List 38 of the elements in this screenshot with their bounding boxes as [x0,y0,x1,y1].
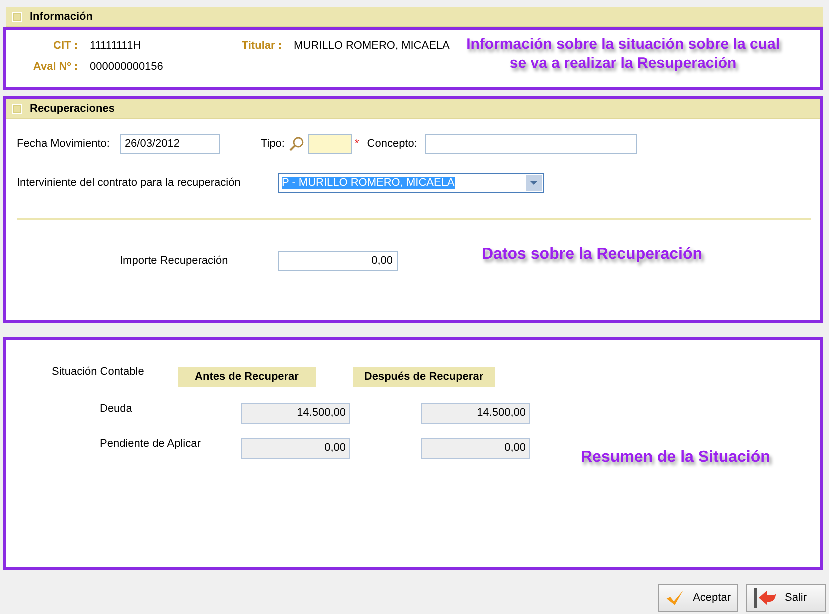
section-title: Recuperaciones [30,102,115,114]
search-icon[interactable] [288,136,305,152]
cit-label: CIT : [52,40,78,52]
required-mark: * [354,138,360,150]
expand-icon[interactable] [12,104,22,114]
date-field[interactable]: 26/03/2012 [120,134,220,154]
caret-icon[interactable] [526,175,542,191]
annotation-text: Resumen de la Situación [581,448,770,467]
situacion-label: Situación Contable [51,366,146,378]
accept-button[interactable]: Aceptar [658,584,738,612]
column-header: Antes de Recuperar [178,367,316,387]
readonly-field: 0,00 [241,438,350,459]
readonly-field: 14.500,00 [421,403,530,424]
importe-field[interactable]: 0,00 [278,251,398,271]
expand-icon[interactable] [12,12,22,22]
interviniente-label: Interviniente del contrato para la recuperación [17,177,242,189]
annotation-text: Datos sobre la Recuperación [482,244,703,264]
row-label: Pendiente de Aplicar [99,438,202,450]
section-title: Información [30,10,93,22]
titular-value: MURILLO ROMERO, MICAELA [294,40,450,52]
cit-value: 11111111H [90,40,142,52]
fecha-label: Fecha Movimiento: [17,138,110,150]
tipo-label: Tipo: [260,138,285,150]
aval-value: 000000000156 [90,61,164,73]
checkmark-icon [665,589,686,607]
concepto-label: Concepto: [367,138,418,150]
row-label: Deuda [99,402,134,414]
concepto-field[interactable] [425,134,638,154]
readonly-field: 14.500,00 [241,403,350,424]
exit-arrow-icon [753,588,777,608]
readonly-field: 0,00 [421,438,530,459]
aval-label: Aval Nº : [32,61,78,73]
tipo-field[interactable] [308,134,352,154]
exit-button[interactable]: Salir [746,584,826,612]
column-header: Después de Recuperar [353,367,495,387]
importe-label: Importe Recuperación [120,255,230,267]
titular-label: Titular : [240,40,282,52]
annotation-text: Información sobre la situación sobre la cual se va a realizar la Resuperación [466,35,781,74]
